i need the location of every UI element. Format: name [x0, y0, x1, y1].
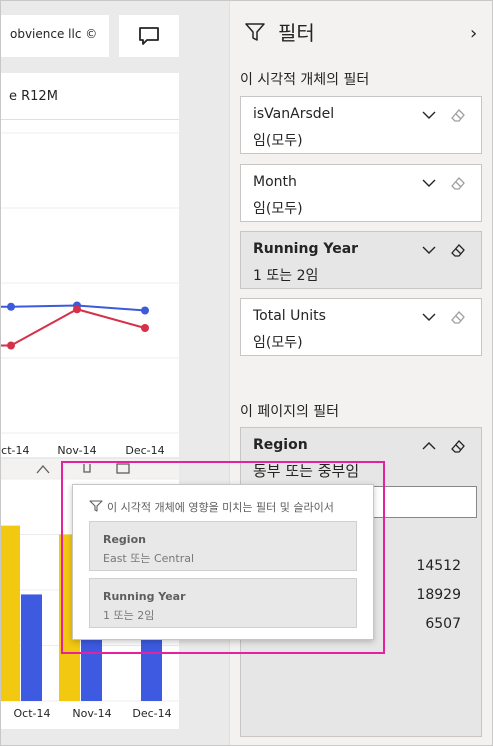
clear-filter-eraser-icon[interactable]	[449, 438, 467, 454]
data-point[interactable]	[141, 306, 149, 315]
chevron-down-icon[interactable]	[421, 177, 437, 189]
filter-name: Running Year	[253, 241, 359, 257]
tooltip-filter-region: Region East 또는 Central	[89, 521, 357, 571]
clear-filter-eraser-icon[interactable]	[449, 107, 467, 123]
tooltip-filter-running-year: Running Year 1 또는 2임	[89, 578, 357, 628]
bar[interactable]	[21, 594, 42, 701]
filter-icon	[245, 23, 265, 41]
filter-name: Region	[253, 437, 308, 453]
filter-value: 1 또는 2임	[253, 268, 319, 284]
filter-value: 임(모두)	[253, 335, 303, 351]
brand-label: obvience llc ©	[10, 27, 98, 41]
data-point[interactable]	[7, 341, 15, 350]
filter-name: Total Units	[253, 308, 326, 324]
collapse-pane-chevron-icon[interactable]: ›	[470, 23, 477, 44]
tooltip-filter-value: East 또는 Central	[103, 552, 195, 565]
filter-name: Month	[253, 174, 297, 190]
x-tick-label: Dec-14	[125, 444, 164, 457]
x-tick-label: Nov-14	[72, 707, 111, 720]
series-line-0	[1, 304, 146, 312]
tooltip-filter-name: Region	[103, 533, 146, 546]
filter-icon	[89, 500, 103, 512]
visual-filters-heading: 이 시각적 개체의 필터	[240, 72, 370, 88]
filter-card-month[interactable]: Month 임(모두)	[240, 164, 482, 222]
line-chart: Oct-14 Nov-14 Dec-14	[1, 132, 179, 457]
page-filters-heading: 이 페이지의 필터	[240, 404, 340, 420]
x-tick-label: Oct-14	[1, 444, 30, 457]
chevron-down-icon[interactable]	[421, 244, 437, 256]
data-point[interactable]	[7, 302, 15, 311]
filter-count: 18929	[416, 587, 461, 603]
x-tick-label: Dec-14	[132, 707, 171, 720]
filter-card-isvanarsdel[interactable]: isVanArsdel 임(모두)	[240, 96, 482, 154]
comment-icon	[139, 27, 159, 45]
filter-card-running-year[interactable]: Running Year 1 또는 2임	[240, 231, 482, 289]
clear-filter-eraser-icon[interactable]	[449, 309, 467, 325]
brand-textbox: obvience llc ©	[1, 15, 109, 57]
clear-filter-eraser-icon[interactable]	[449, 175, 467, 191]
clear-filter-eraser-icon[interactable]	[449, 242, 467, 258]
filter-name: isVanArsdel	[253, 106, 335, 122]
x-tick-label: Nov-14	[57, 444, 96, 457]
filter-card-total-units[interactable]: Total Units 임(모두)	[240, 298, 482, 356]
chevron-up-icon[interactable]	[421, 440, 437, 452]
line-chart-visual[interactable]: e R12M Oct-14Nov-14Dec-14	[1, 73, 179, 457]
tooltip-title: 이 시각적 개체에 영향을 미치는 필터 및 슬라이서	[107, 501, 334, 514]
filter-count: 14512	[416, 558, 461, 574]
data-point[interactable]	[141, 324, 149, 332]
tooltip-filter-name: Running Year	[103, 590, 186, 603]
filters-tooltip: 이 시각적 개체에 영향을 미치는 필터 및 슬라이서 Region East …	[72, 484, 374, 640]
data-point[interactable]	[73, 305, 81, 314]
pane-title: 필터	[278, 21, 315, 45]
filter-value: 임(모두)	[253, 133, 303, 149]
chevron-down-icon[interactable]	[421, 109, 437, 121]
chevron-down-icon[interactable]	[421, 311, 437, 323]
x-tick-label: Oct-14	[14, 707, 51, 720]
filter-count: 6507	[425, 616, 461, 632]
filter-value: 임(모두)	[253, 201, 303, 217]
comment-button[interactable]	[119, 15, 179, 57]
tooltip-filter-value: 1 또는 2임	[103, 609, 155, 622]
report-window: obvience llc © e R12M Oct-14Nov-14Dec-14…	[0, 0, 493, 746]
series-line-1	[1, 308, 146, 347]
bar[interactable]	[1, 525, 20, 701]
